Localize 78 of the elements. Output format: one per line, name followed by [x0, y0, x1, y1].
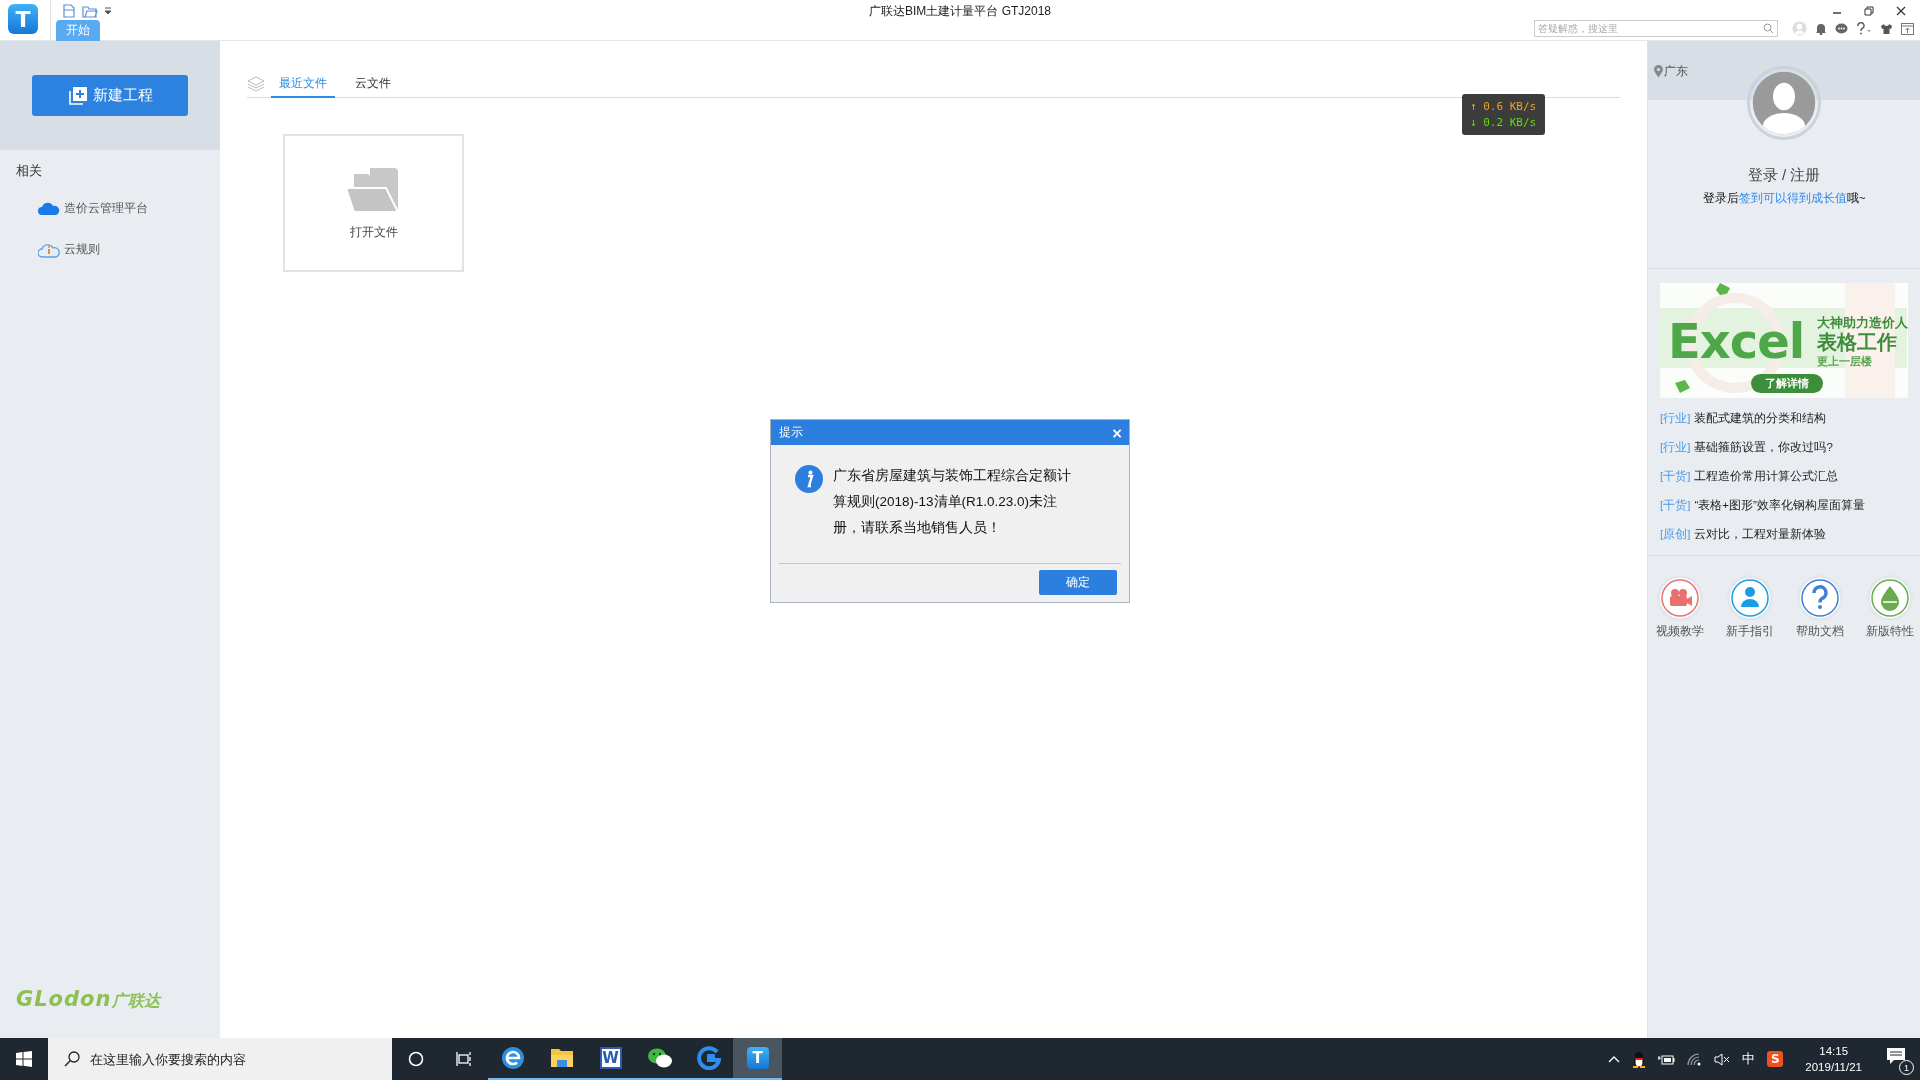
- news-link[interactable]: 工程造价常用计算公式汇总: [1694, 468, 1839, 485]
- ime-app-icon[interactable]: S: [1767, 1051, 1784, 1067]
- swirl-icon: [696, 1046, 721, 1070]
- new-file-icon[interactable]: [62, 4, 76, 18]
- folder-icon: [549, 1047, 574, 1069]
- file-tab[interactable]: 云文件: [347, 75, 399, 98]
- dropdown-caret-icon[interactable]: [104, 7, 112, 15]
- info-icon: [795, 465, 823, 493]
- open-file-label: 打开文件: [349, 223, 398, 241]
- news-tag: [行业]: [1660, 410, 1691, 427]
- browser-icon: [500, 1046, 525, 1070]
- news-link[interactable]: “表格+图形”效率化钢构屋面算量: [1694, 497, 1865, 514]
- help-icon[interactable]: [1856, 22, 1872, 35]
- battery-icon[interactable]: [1658, 1053, 1676, 1065]
- close-button[interactable]: ×: [1111, 424, 1123, 441]
- person-icon: [1730, 578, 1770, 618]
- open-file-card[interactable]: 打开文件: [283, 134, 464, 272]
- add-project-icon: [67, 85, 88, 106]
- close-icon[interactable]: [1896, 6, 1906, 16]
- notification-count: 1: [1899, 1060, 1914, 1075]
- news-link[interactable]: 云对比，工程对量新体验: [1694, 526, 1827, 543]
- banner-text: 大神助力造价人: [1817, 314, 1908, 332]
- search-field[interactable]: 答疑解惑，搜这里: [1534, 20, 1778, 37]
- location-label[interactable]: 广东: [1664, 63, 1688, 80]
- app-icon: T: [746, 1047, 769, 1069]
- upload-speed: ↑ 0.6 KB/s: [1470, 99, 1537, 113]
- help-icon: [1800, 578, 1840, 618]
- window-layout-icon[interactable]: [1901, 22, 1914, 35]
- news-tag: [干货]: [1660, 468, 1691, 485]
- login-hint: 登录后签到可以得到成长值哦~: [1702, 191, 1866, 206]
- news-link[interactable]: 基础箍筋设置，你改过吗?: [1694, 439, 1833, 456]
- ok-button[interactable]: 确定: [1039, 570, 1117, 595]
- news-tag: [原创]: [1660, 526, 1691, 543]
- layers-icon: [247, 75, 265, 93]
- cloud-info-icon: [38, 241, 60, 258]
- task-view-icon[interactable]: [456, 1052, 472, 1066]
- cloud-icon: [38, 201, 60, 216]
- app-icon: W: [599, 1047, 622, 1069]
- banner-text: 更上一层楼: [1817, 354, 1872, 369]
- dialog-message: 广东省房屋建筑与装饰工程综合定额计算规则(2018)-13清单(R1.0.23.0)未注册，请联系当地销售人员！: [833, 467, 1072, 537]
- chevron-up-icon[interactable]: [1608, 1055, 1621, 1063]
- dialog-title: 提示: [779, 424, 803, 441]
- penguin-icon[interactable]: [1632, 1050, 1647, 1068]
- sidebar-link[interactable]: 云规则: [64, 241, 100, 258]
- chat-icon[interactable]: [1835, 22, 1848, 35]
- search-icon[interactable]: [1763, 23, 1774, 34]
- window-title: 广联达BIM土建计量平台 GTJ2018: [869, 3, 1051, 20]
- avatar-icon[interactable]: [1747, 66, 1821, 140]
- news-tag: [干货]: [1660, 497, 1691, 514]
- open-folder-icon[interactable]: [82, 4, 98, 18]
- shirt-icon[interactable]: [1880, 22, 1893, 35]
- restore-icon[interactable]: [1864, 6, 1874, 16]
- taskbar-search-field[interactable]: 在这里输入你要搜索的内容: [48, 1038, 392, 1080]
- cortana-icon[interactable]: [408, 1051, 424, 1067]
- muted-speaker-icon[interactable]: [1714, 1052, 1731, 1066]
- leaf-icon: [1870, 578, 1910, 618]
- message-icon: [1886, 1047, 1906, 1065]
- bell-icon[interactable]: [1815, 22, 1827, 35]
- brand-logo: GLodon广联达: [16, 987, 163, 1012]
- windows-start-icon[interactable]: [16, 1051, 32, 1067]
- news-link[interactable]: 装配式建筑的分类和结构: [1694, 410, 1827, 427]
- chat-bubbles-icon: [646, 1047, 673, 1069]
- taskbar-app[interactable]: W: [586, 1038, 635, 1080]
- section-title: 相关: [16, 162, 43, 180]
- download-speed: ↓ 0.2 KB/s: [1470, 116, 1537, 130]
- input-method-indicator[interactable]: 中: [1742, 1050, 1756, 1068]
- video-camera-icon: [1660, 578, 1700, 618]
- wifi-icon[interactable]: [1687, 1052, 1703, 1066]
- banner-title: Excel: [1668, 313, 1805, 369]
- location-pin-icon: [1654, 65, 1663, 78]
- clock[interactable]: 14:15 2019/11/21: [1805, 1043, 1862, 1075]
- learn-more-button[interactable]: 了解详情: [1751, 374, 1823, 393]
- news-tag: [行业]: [1660, 439, 1691, 456]
- banner-text: 表格工作: [1817, 329, 1897, 355]
- login-register-link[interactable]: 登录 / 注册: [1747, 166, 1821, 185]
- new-project-button[interactable]: 新建工程: [32, 75, 188, 116]
- file-tab[interactable]: 最近文件: [271, 75, 335, 98]
- sidebar-link[interactable]: 造价云管理平台: [64, 200, 148, 217]
